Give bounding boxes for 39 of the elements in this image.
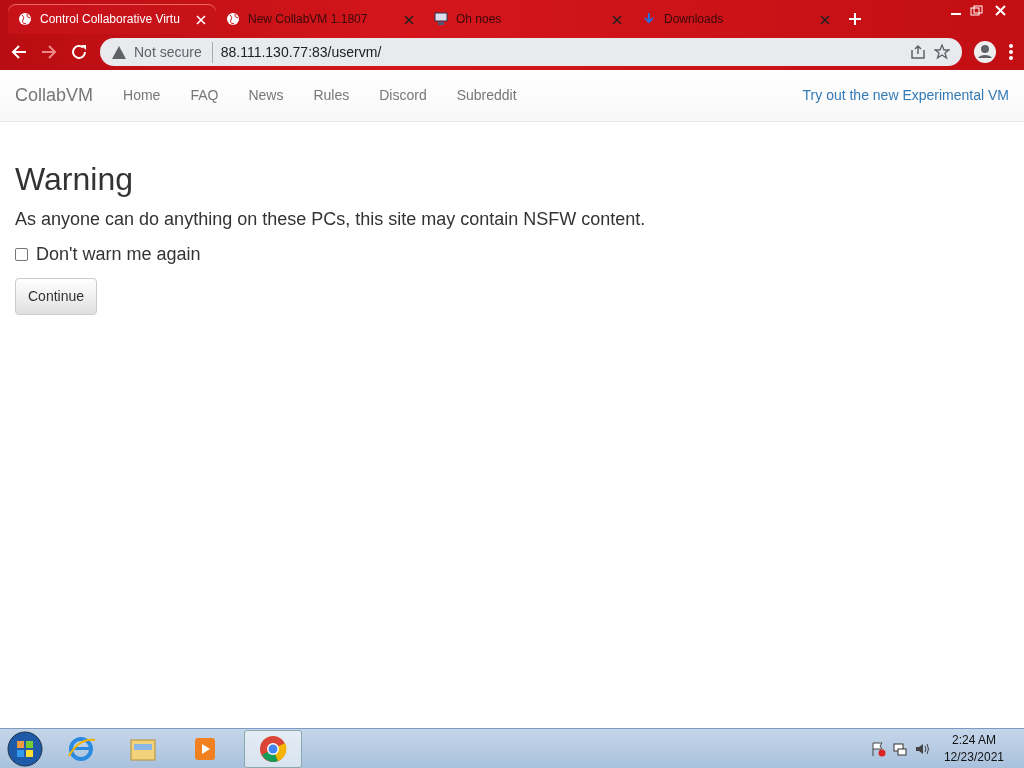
new-tab-icon[interactable] bbox=[848, 12, 862, 26]
computer-icon bbox=[434, 12, 448, 26]
nav-link[interactable]: Subreddit bbox=[456, 85, 517, 106]
nav-link[interactable]: News bbox=[248, 85, 284, 106]
address-bar[interactable]: Not secure 88.111.130.77:83/uservm/ bbox=[100, 38, 962, 66]
reload-icon[interactable] bbox=[70, 43, 88, 61]
url-text: 88.111.130.77:83/uservm/ bbox=[220, 42, 382, 62]
download-icon bbox=[642, 12, 656, 26]
browser-tab[interactable]: New CollabVM 1.1807 bbox=[216, 4, 424, 34]
site-brand[interactable]: CollabVM bbox=[15, 82, 94, 109]
globe-icon bbox=[18, 12, 32, 26]
chrome-icon[interactable] bbox=[258, 733, 288, 764]
nav-link[interactable]: Rules bbox=[313, 85, 350, 106]
flag-icon[interactable] bbox=[869, 740, 886, 757]
profile-icon[interactable] bbox=[974, 41, 996, 63]
star-icon[interactable] bbox=[934, 44, 950, 60]
security-label: Not secure bbox=[134, 41, 213, 63]
menu-icon[interactable] bbox=[1008, 43, 1014, 61]
forward-icon[interactable] bbox=[40, 43, 58, 61]
clock-date[interactable]: 12/23/2021 bbox=[943, 748, 1004, 765]
network-icon[interactable] bbox=[891, 740, 908, 757]
warning-message: As anyone can do anything on these PCs, this site may contain NSFW content. bbox=[15, 208, 647, 232]
start-button[interactable] bbox=[6, 729, 44, 768]
nav-link[interactable]: Home bbox=[123, 85, 161, 106]
nav-link[interactable]: Discord bbox=[379, 85, 427, 106]
warning-icon bbox=[112, 45, 126, 59]
back-icon[interactable] bbox=[10, 43, 28, 61]
browser-tab[interactable]: Control Collaborative Virtu bbox=[8, 4, 216, 34]
warning-heading: Warning bbox=[15, 160, 134, 199]
share-icon[interactable] bbox=[910, 44, 926, 60]
browser-tab[interactable]: Oh noes bbox=[424, 4, 632, 34]
browser-tab[interactable]: Downloads bbox=[632, 4, 840, 34]
clock-time[interactable]: 2:24 AM bbox=[943, 732, 1004, 749]
checkbox-label: Don't warn me again bbox=[36, 243, 201, 267]
continue-button[interactable]: Continue bbox=[15, 278, 98, 316]
globe-icon bbox=[226, 12, 240, 26]
nav-link[interactable]: FAQ bbox=[190, 85, 219, 106]
checkbox[interactable] bbox=[15, 248, 28, 262]
experimental-vm-link[interactable]: Try out the new Experimental VM bbox=[802, 85, 1009, 106]
